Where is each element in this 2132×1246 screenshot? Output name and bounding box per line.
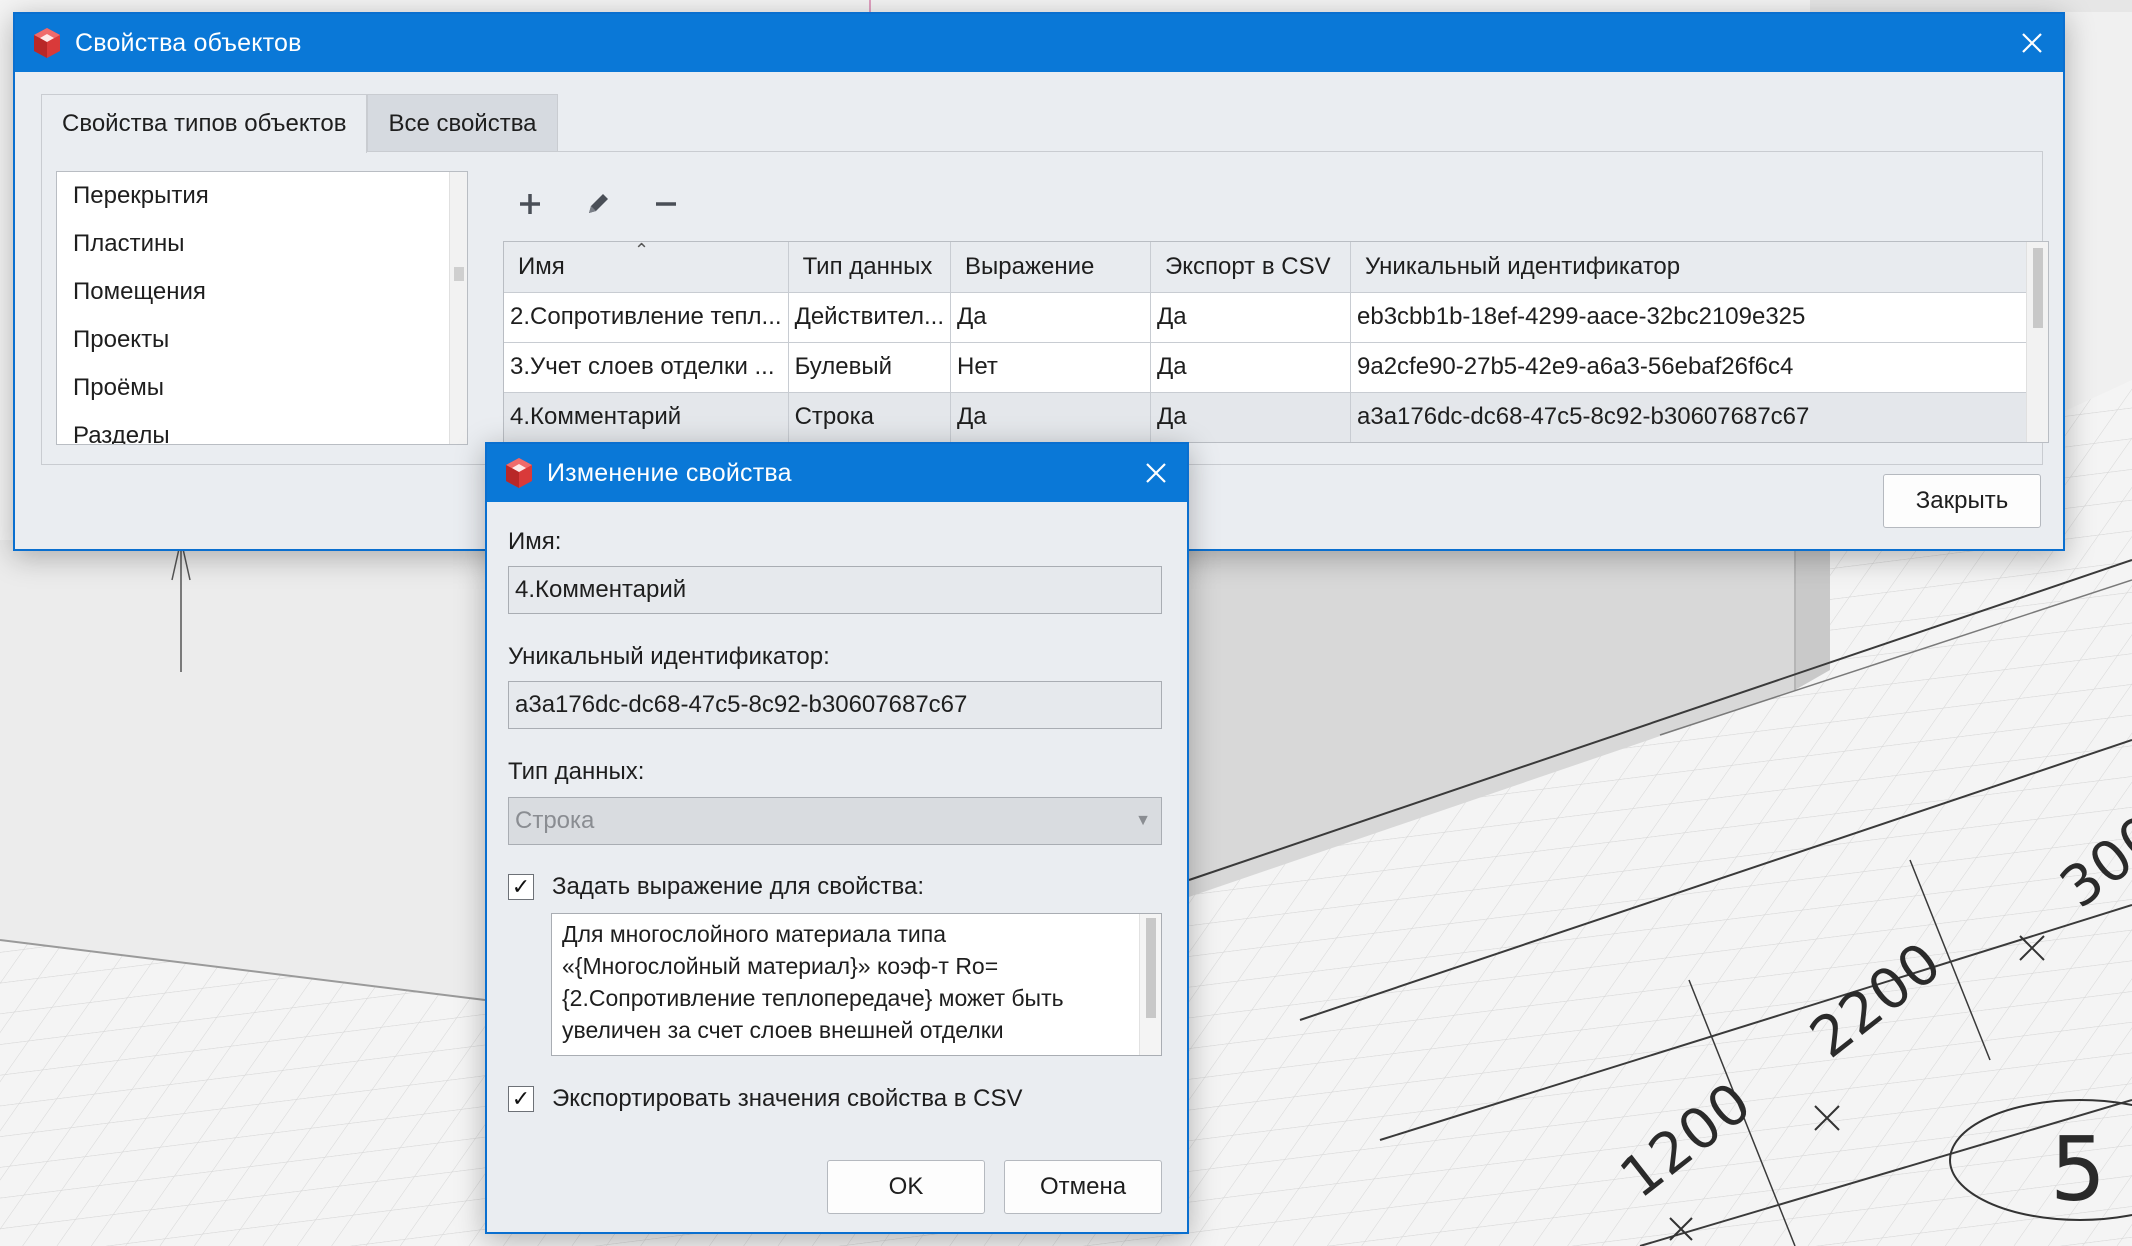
edit-property-dialog: Изменение свойства Имя: 4.Комментарий Ун… [485, 442, 1189, 1234]
checkmark-icon: ✓ [511, 1086, 531, 1111]
data-type-value: Строка [515, 807, 595, 834]
list-item[interactable]: Проекты [57, 316, 467, 364]
close-icon [2022, 33, 2042, 53]
name-value: 4.Комментарий [515, 576, 687, 603]
list-item[interactable]: Разделы [57, 412, 467, 444]
checkmark-icon: ✓ [511, 874, 531, 899]
remove-property-button[interactable] [644, 182, 688, 226]
table-row[interactable]: 2.Сопротивление тепл... Действител... Да… [504, 292, 2035, 343]
add-property-button[interactable] [508, 182, 552, 226]
cell-expression: Да [950, 292, 1151, 343]
column-header-export-csv[interactable]: Экспорт в CSV [1150, 242, 1351, 293]
dialog-title: Изменение свойства [547, 458, 792, 487]
column-header-uid[interactable]: Уникальный идентификатор [1350, 242, 2035, 293]
export-csv-label: Экспортировать значения свойства в CSV [552, 1085, 1023, 1112]
column-header-name[interactable]: Имя ⌃ [504, 242, 789, 293]
app-icon [506, 458, 532, 488]
uid-label: Уникальный идентификатор: [508, 643, 830, 670]
table-row[interactable]: 3.Учет слоев отделки ... Булевый Нет Да … [504, 342, 2035, 393]
cell-expression: Нет [950, 342, 1151, 393]
pencil-icon [589, 194, 608, 213]
cell-uid: 9a2cfe90-27b5-42e9-a6a3-56ebaf26f6c4 [1350, 342, 2035, 393]
name-label: Имя: [508, 528, 562, 555]
plus-icon [520, 194, 540, 214]
cell-uid: eb3cbb1b-18ef-4299-aace-32bc2109e325 [1350, 292, 2035, 343]
list-scrollbar[interactable] [449, 172, 467, 444]
dialog-titlebar[interactable]: Изменение свойства [487, 444, 1187, 502]
cell-expression: Да [950, 392, 1151, 442]
table-scrollbar[interactable] [2026, 242, 2048, 442]
app-icon [34, 28, 60, 58]
expression-text: Для многослойного материала типа «{Много… [562, 921, 1070, 1043]
list-item[interactable]: Помещения [57, 268, 467, 316]
cell-type: Булевый [788, 342, 952, 393]
data-type-label: Тип данных: [508, 758, 645, 785]
cell-export: Да [1150, 292, 1351, 343]
cell-name: 2.Сопротивление тепл... [504, 292, 789, 343]
cell-type: Действител... [788, 292, 952, 343]
data-type-select[interactable]: Строка ▼ [508, 797, 1162, 845]
tab-strip: Свойства типов объектов Все свойства [41, 94, 558, 153]
export-csv-checkbox[interactable]: ✓ [508, 1086, 534, 1112]
name-field[interactable]: 4.Комментарий [508, 566, 1162, 614]
cell-uid: a3a176dc-dc68-47c5-8c92-b30607687c67 [1350, 392, 2035, 442]
tab-panel: Перекрытия Пластины Помещения Проекты Пр… [41, 151, 2049, 465]
expression-scrollbar[interactable] [1139, 914, 1161, 1055]
uid-value: a3a176dc-dc68-47c5-8c92-b30607687c67 [515, 691, 968, 718]
sort-ascending-icon: ⌃ [634, 242, 650, 260]
chevron-down-icon: ▼ [1135, 812, 1151, 829]
main-titlebar[interactable]: Свойства объектов [15, 14, 2063, 72]
ok-button[interactable]: OK [827, 1160, 985, 1214]
set-expression-row[interactable]: ✓ Задать выражение для свойства: [508, 873, 924, 901]
cell-name: 3.Учет слоев отделки ... [504, 342, 789, 393]
cell-export: Да [1150, 342, 1351, 393]
object-type-list[interactable]: Перекрытия Пластины Помещения Проекты Пр… [56, 171, 468, 445]
tab-all-properties[interactable]: Все свойства [367, 94, 558, 152]
list-item[interactable]: Проёмы [57, 364, 467, 412]
set-expression-label: Задать выражение для свойства: [552, 873, 924, 900]
set-expression-checkbox[interactable]: ✓ [508, 874, 534, 900]
close-window-button[interactable] [2001, 14, 2063, 72]
window-title: Свойства объектов [75, 28, 302, 57]
expression-textarea[interactable]: Для многослойного материала типа «{Много… [551, 913, 1162, 1056]
dimension-label: 5 [2050, 1118, 2107, 1221]
cancel-button[interactable]: Отмена [1004, 1160, 1162, 1214]
table-row-selected[interactable]: 4.Комментарий Строка Да Да a3a176dc-dc68… [504, 392, 2035, 442]
uid-field[interactable]: a3a176dc-dc68-47c5-8c92-b30607687c67 [508, 681, 1162, 729]
cell-export: Да [1150, 392, 1351, 442]
table-header-row: Имя ⌃ Тип данных Выражение Экспорт в CSV … [504, 242, 2035, 293]
close-dialog-button[interactable] [1125, 444, 1187, 502]
tab-object-type-properties[interactable]: Свойства типов объектов [41, 94, 368, 153]
list-item[interactable]: Перекрытия [57, 172, 467, 220]
cell-type: Строка [788, 392, 952, 442]
close-icon [1146, 463, 1166, 483]
list-item[interactable]: Пластины [57, 220, 467, 268]
cell-name: 4.Комментарий [504, 392, 789, 442]
edit-property-button[interactable] [576, 182, 620, 226]
close-button[interactable]: Закрыть [1883, 474, 2041, 528]
export-csv-row[interactable]: ✓ Экспортировать значения свойства в CSV [508, 1085, 1022, 1113]
column-header-expression[interactable]: Выражение [950, 242, 1151, 293]
column-header-type[interactable]: Тип данных [788, 242, 952, 293]
minus-icon [656, 202, 676, 206]
properties-table[interactable]: Имя ⌃ Тип данных Выражение Экспорт в CSV … [503, 241, 2049, 443]
